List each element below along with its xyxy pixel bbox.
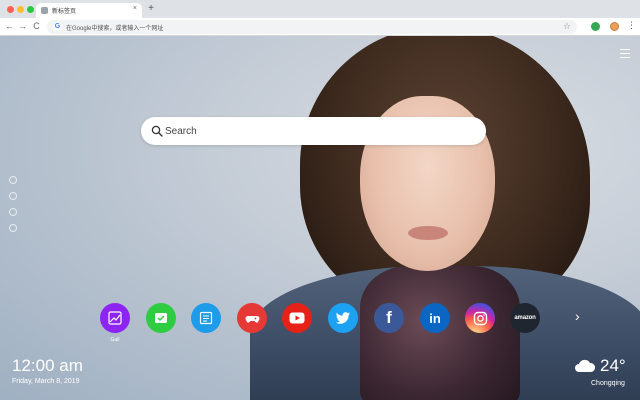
next-shortcuts-arrow[interactable]: ›: [575, 308, 580, 324]
tab-title: 新标签页: [52, 9, 77, 15]
address-bar[interactable]: G 在Google中搜索，或者输入一个网址 ☆: [47, 20, 577, 34]
side-control-dot[interactable]: [9, 176, 17, 184]
menu-icon[interactable]: [620, 49, 630, 58]
clock-time: 12:00 am: [12, 356, 83, 375]
shortcut-instagram[interactable]: [465, 303, 495, 333]
favicon-icon: [41, 7, 48, 14]
address-bar-placeholder: 在Google中搜索，或者输入一个网址: [66, 26, 164, 32]
twitter-icon: [335, 312, 350, 324]
side-control-dot[interactable]: [9, 224, 17, 232]
browser-menu-icon[interactable]: ⋮: [627, 20, 636, 31]
browser-chrome: 新标签页 × + ← → C G 在Google中搜索，或者输入一个网址 ☆ ⋮: [0, 0, 640, 36]
reload-button[interactable]: C: [31, 21, 42, 32]
search-box[interactable]: [141, 117, 486, 145]
youtube-icon: [289, 312, 305, 324]
bookmark-star-icon[interactable]: ☆: [563, 21, 571, 32]
search-input[interactable]: [165, 122, 465, 140]
note-icon: [199, 311, 213, 325]
minimize-window-button[interactable]: [17, 6, 24, 13]
back-button[interactable]: ←: [4, 21, 15, 32]
image-icon: [108, 311, 122, 325]
weather-city: Chongqing: [591, 380, 625, 387]
side-control-dot[interactable]: [9, 208, 17, 216]
google-icon: G: [53, 22, 62, 31]
profile-avatar[interactable]: [610, 22, 619, 31]
background-photo-lips: [408, 226, 448, 240]
search-icon: [151, 125, 163, 137]
shortcut-facebook[interactable]: f: [374, 303, 404, 333]
new-tab-page: Gall f in: [0, 36, 640, 400]
side-controls: [9, 176, 19, 240]
instagram-icon: [473, 311, 487, 325]
extension-icon[interactable]: [591, 22, 600, 31]
shortcut-tasks[interactable]: [146, 303, 176, 333]
weather-temperature: 24°: [600, 356, 626, 375]
shortcut-twitter[interactable]: [328, 303, 358, 333]
cloud-icon: [575, 359, 596, 372]
background-photo-scarf: [360, 266, 520, 400]
shortcut-amazon[interactable]: amazon: [510, 303, 540, 333]
browser-toolbar: ← → C G 在Google中搜索，或者输入一个网址 ☆ ⋮: [0, 18, 640, 36]
tab-close-icon[interactable]: ×: [133, 5, 137, 12]
tab-new-tab[interactable]: 新标签页 ×: [36, 3, 142, 18]
forward-button[interactable]: →: [17, 21, 28, 32]
check-icon: [155, 313, 167, 323]
shortcut-gallery[interactable]: Gall: [100, 303, 130, 343]
maximize-window-button[interactable]: [27, 6, 34, 13]
clock-date: Friday, March 8, 2019: [12, 378, 80, 385]
tab-strip: 新标签页 × +: [0, 0, 640, 18]
close-window-button[interactable]: [7, 6, 14, 13]
gamepad-icon: [245, 315, 259, 323]
shortcut-label-gallery: Gall: [110, 337, 120, 343]
shortcut-games[interactable]: [237, 303, 267, 333]
shortcut-youtube[interactable]: [282, 303, 312, 333]
shortcut-linkedin[interactable]: in: [420, 303, 450, 333]
new-tab-button[interactable]: +: [146, 3, 156, 15]
shortcut-notes[interactable]: [191, 303, 221, 333]
side-control-dot[interactable]: [9, 192, 17, 200]
